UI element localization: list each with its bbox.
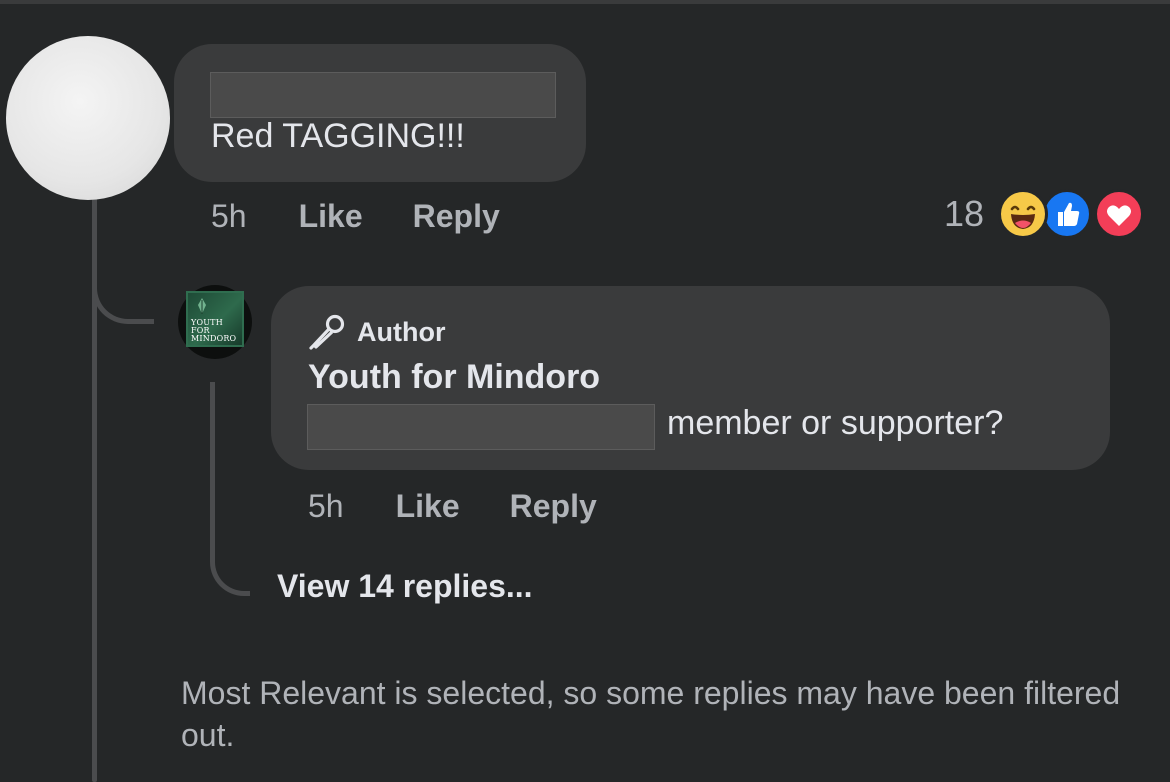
microphone-icon: [309, 314, 345, 350]
like-icon: [1042, 189, 1093, 239]
filter-notice: Most Relevant is selected, so some repli…: [181, 675, 1121, 753]
reply-author-name[interactable]: Youth for Mindoro: [308, 358, 600, 397]
comment-timestamp[interactable]: 5h: [211, 198, 247, 235]
redacted-commenter-name: [210, 72, 556, 118]
thread-connector: [92, 268, 154, 324]
reply-reply-button[interactable]: Reply: [510, 488, 597, 525]
view-replies-link[interactable]: View 14 replies...: [277, 568, 533, 605]
leaf-icon: [198, 298, 206, 314]
reply-text: member or supporter?: [667, 404, 1004, 442]
author-badge: Author: [307, 312, 445, 352]
reaction-icons: [998, 188, 1145, 240]
author-badge-label: Author: [357, 316, 446, 347]
comment-text: Red TAGGING!!!: [211, 117, 465, 155]
logo-text: YOUTH FOR MINDORO: [191, 318, 237, 343]
comments-section: Red TAGGING!!! 5h Like Reply 18 YOUTH FO…: [0, 0, 1170, 782]
reaction-summary[interactable]: 18: [944, 188, 1145, 240]
reply-like-button[interactable]: Like: [396, 488, 460, 525]
youth-for-mindoro-logo: YOUTH FOR MINDORO: [186, 291, 244, 347]
commenter-avatar[interactable]: [6, 36, 170, 200]
reaction-count: 18: [944, 193, 985, 234]
divider: [0, 0, 1170, 4]
haha-icon: [998, 189, 1049, 239]
comment-reply-button[interactable]: Reply: [413, 198, 500, 235]
reply-bubble: Author Youth for Mindoro member or suppo…: [271, 286, 1110, 470]
redacted-mention: [307, 404, 655, 450]
reply-thread-connector: [210, 382, 250, 596]
reply-actions: 5h Like Reply: [308, 488, 597, 525]
love-icon: [1094, 189, 1145, 239]
reply-timestamp[interactable]: 5h: [308, 488, 344, 525]
comment-actions: 5h Like Reply: [211, 198, 500, 235]
author-avatar[interactable]: YOUTH FOR MINDORO: [178, 285, 252, 359]
comment-bubble: Red TAGGING!!!: [174, 44, 586, 182]
comment-like-button[interactable]: Like: [299, 198, 363, 235]
